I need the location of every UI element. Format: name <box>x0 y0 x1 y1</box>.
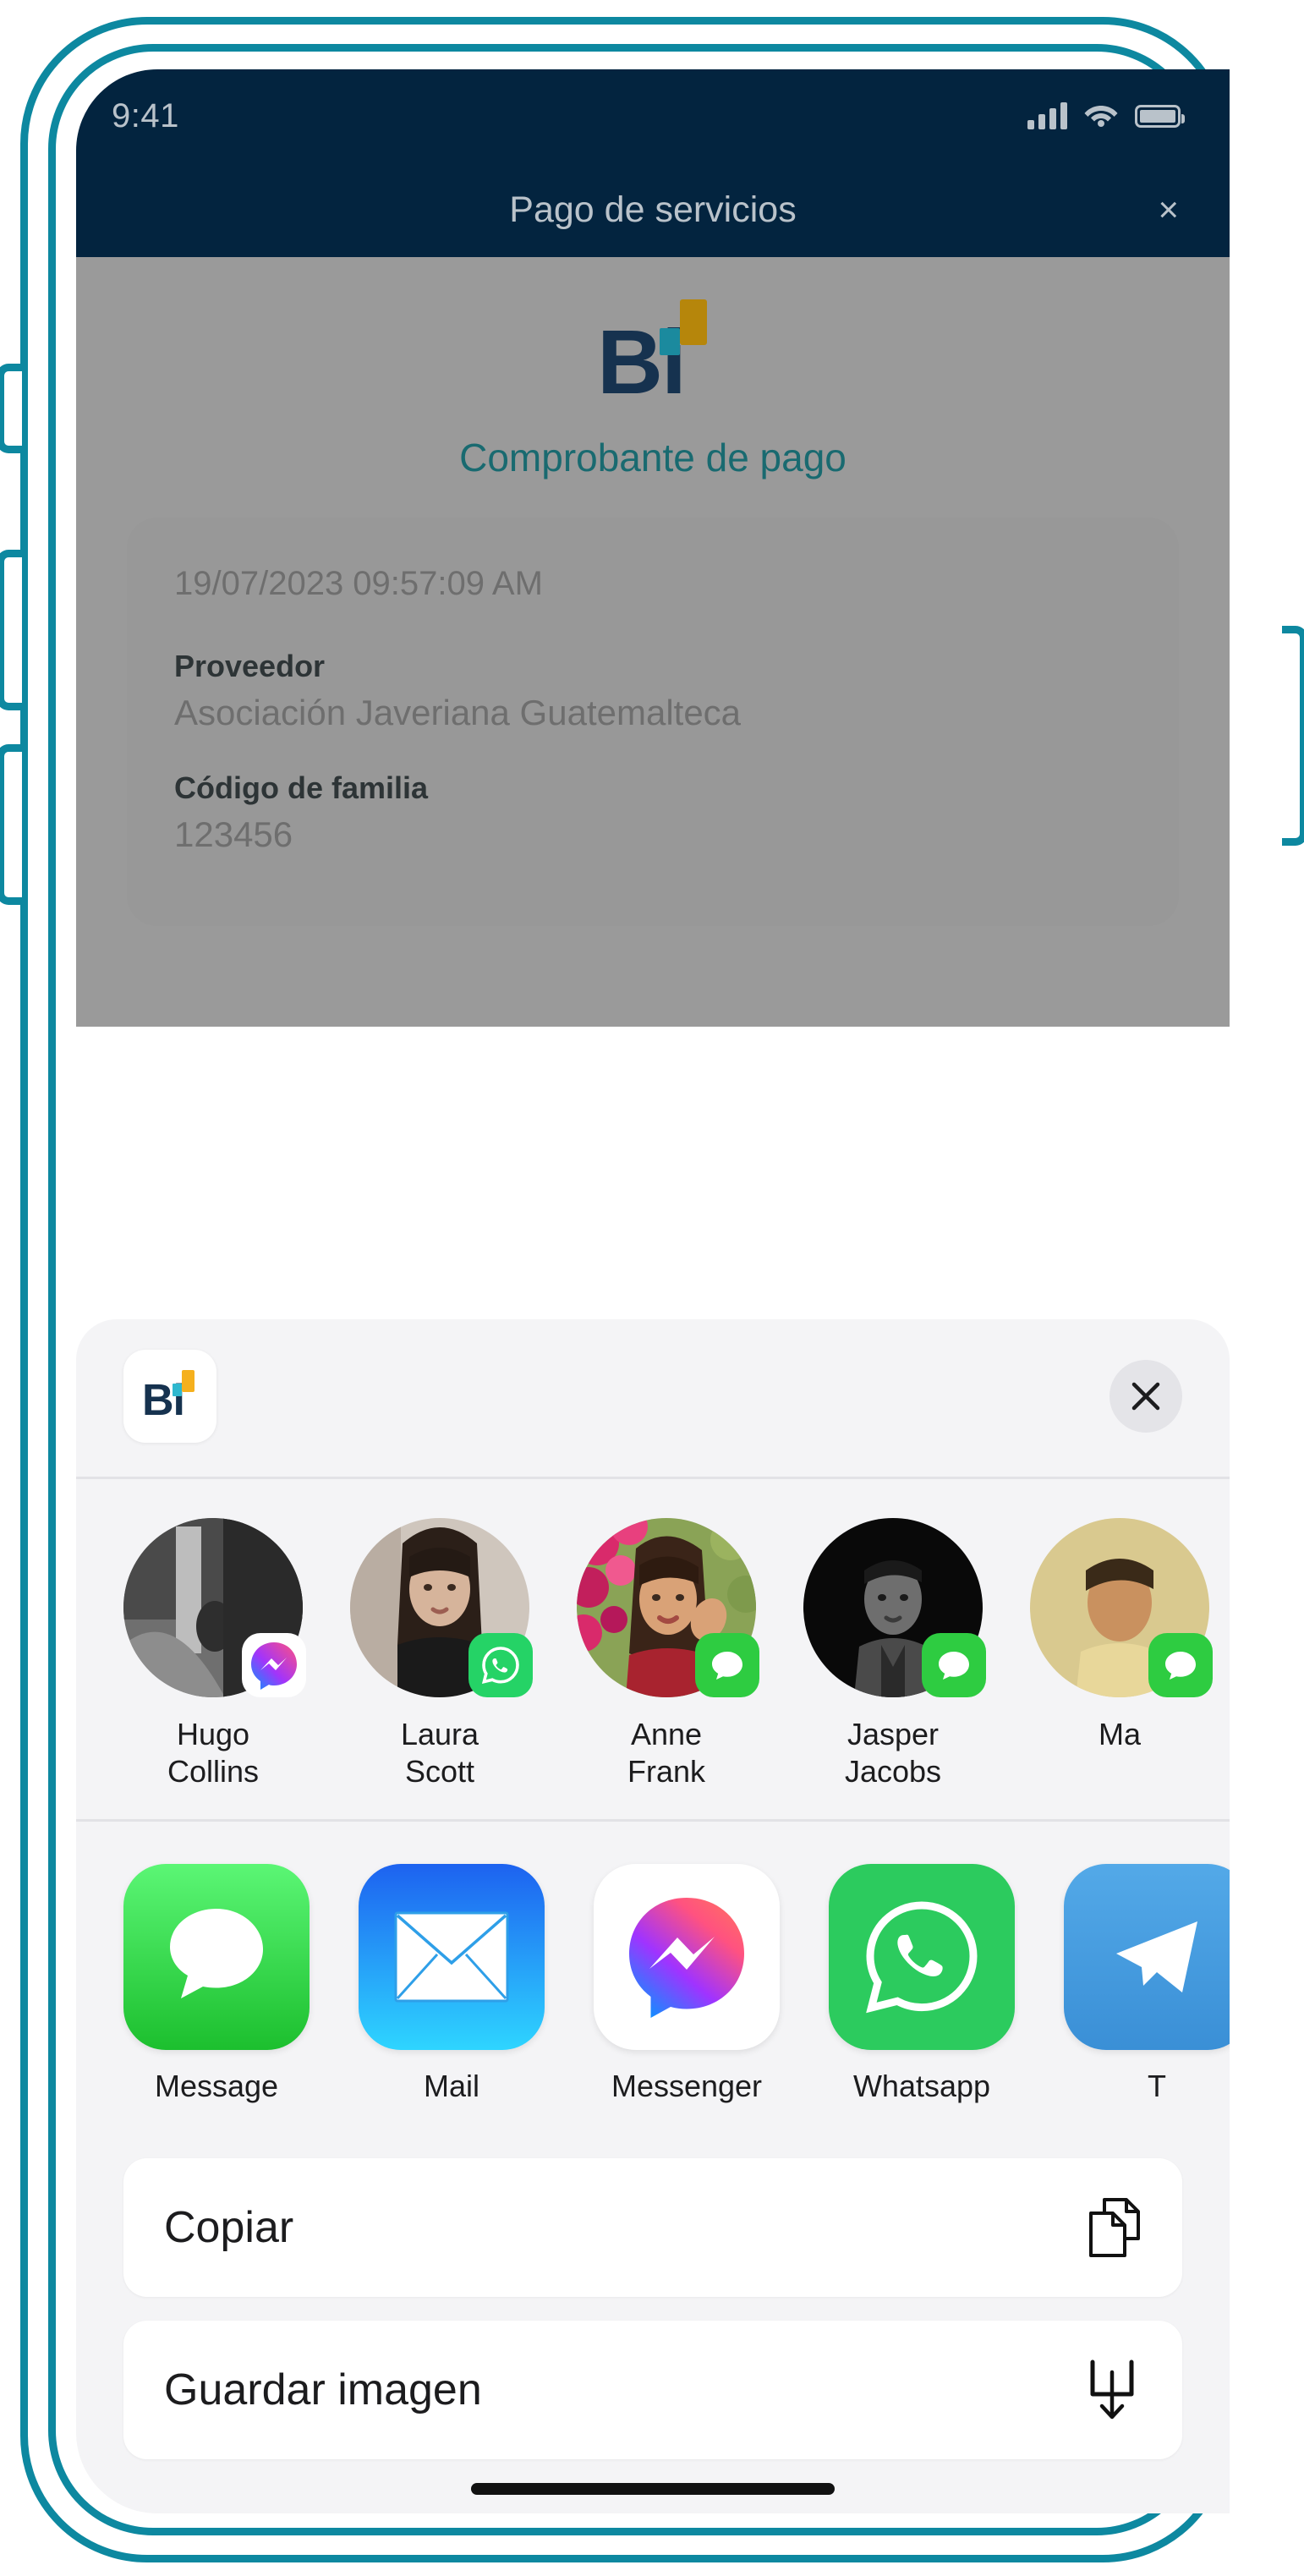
close-icon <box>1131 1382 1160 1411</box>
avatar-wrap <box>1030 1518 1213 1698</box>
share-app-messenger[interactable]: Messenger <box>594 1864 780 2104</box>
home-indicator[interactable] <box>471 2483 835 2495</box>
page-title: Pago de servicios <box>509 189 797 230</box>
contact-first-name: Laura <box>400 1717 479 1752</box>
contact-first-name: Jasper <box>847 1717 940 1752</box>
copy-icon <box>1088 2196 1142 2259</box>
mail-app-icon <box>359 1864 545 2050</box>
messenger-app-icon <box>594 1864 780 2050</box>
share-contacts-row[interactable]: Hugo Collins Laura Scott Anne Frank Jasp… <box>76 1479 1230 1822</box>
contact-name: Ma <box>1030 1716 1209 1753</box>
app-header: Pago de servicios × <box>76 162 1230 257</box>
messages-badge-icon <box>922 1633 986 1698</box>
contact-item[interactable]: Hugo Collins <box>123 1518 306 1790</box>
contact-item[interactable]: Jasper Jacobs <box>803 1518 986 1790</box>
contact-first-name: Anne <box>630 1717 703 1752</box>
battery-icon <box>1135 104 1185 128</box>
avatar-wrap <box>577 1518 759 1698</box>
messages-badge-icon <box>1148 1633 1213 1698</box>
avatar-wrap <box>123 1518 306 1698</box>
contact-first-name: Ma <box>1098 1717 1141 1752</box>
contact-item[interactable]: Anne Frank <box>577 1518 759 1790</box>
receipt-field-proveedor: Proveedor Asociación Javeriana Guatemalt… <box>174 649 1131 733</box>
share-source-app-icon: Bi <box>123 1350 216 1444</box>
status-bar: 9:41 <box>76 69 1230 162</box>
messenger-badge-icon <box>242 1633 306 1698</box>
contact-item[interactable]: Ma <box>1030 1518 1213 1790</box>
close-icon[interactable]: × <box>1158 192 1179 227</box>
wifi-icon <box>1084 101 1118 131</box>
brand-teal-square-icon <box>660 328 680 355</box>
share-sheet-close-button[interactable] <box>1109 1360 1182 1433</box>
app-label: Whatsapp <box>852 2069 991 2103</box>
action-copiar[interactable]: Copiar <box>123 2158 1182 2297</box>
receipt-backdrop: Bi Comprobante de pago 19/07/2023 09:57:… <box>76 257 1230 1027</box>
whatsapp-badge-icon <box>468 1633 533 1698</box>
contact-last-name: Frank <box>627 1754 706 1789</box>
messages-badge-icon <box>695 1633 759 1698</box>
contact-last-name: Scott <box>404 1754 475 1789</box>
action-guardar-imagen[interactable]: Guardar imagen <box>123 2321 1182 2459</box>
share-app-whatsapp[interactable]: Whatsapp <box>829 1864 1015 2104</box>
contact-item[interactable]: Laura Scott <box>350 1518 533 1790</box>
contact-name: Anne Frank <box>577 1716 756 1790</box>
volume-down-button[interactable] <box>0 744 22 905</box>
avatar-wrap <box>803 1518 986 1698</box>
share-sheet-header: Bi <box>76 1319 1230 1480</box>
contact-name: Laura Scott <box>350 1716 529 1790</box>
messages-app-icon <box>123 1864 310 2050</box>
share-actions: Copiar Guardar imagen <box>76 2135 1230 2459</box>
share-app-teal-square-icon <box>173 1384 182 1397</box>
app-label: Mail <box>423 2069 479 2103</box>
receipt-card: 19/07/2023 09:57:09 AM Proveedor Asociac… <box>127 518 1179 926</box>
receipt-field-codigo-de-familia: Código de familia 123456 <box>174 770 1131 855</box>
avatar-wrap <box>350 1518 533 1698</box>
field-label: Proveedor <box>174 649 326 683</box>
contact-last-name: Collins <box>167 1754 260 1789</box>
download-icon <box>1088 2359 1142 2421</box>
field-value: Asociación Javeriana Guatemalteca <box>174 693 742 732</box>
app-label: Message <box>154 2069 279 2103</box>
share-app-telegram[interactable]: T <box>1064 1864 1230 2104</box>
app-label: T <box>1148 2069 1166 2103</box>
status-icons <box>1027 101 1185 131</box>
brand-logo: Bi <box>585 299 720 409</box>
share-sheet: Bi Hugo Collins Laura Scott Anne Frank J… <box>76 1319 1230 2513</box>
telegram-app-icon <box>1064 1864 1230 2050</box>
action-label: Guardar imagen <box>164 2365 482 2414</box>
receipt-timestamp: 19/07/2023 09:57:09 AM <box>174 565 543 602</box>
status-time: 9:41 <box>112 96 179 134</box>
silent-switch-button[interactable] <box>0 364 22 453</box>
field-label: Código de familia <box>174 770 429 805</box>
volume-up-button[interactable] <box>0 550 22 710</box>
app-label: Messenger <box>611 2069 763 2103</box>
phone-screen: 9:41 Pago de servicios × Bi Comprobante … <box>76 69 1230 2513</box>
contact-name: Hugo Collins <box>123 1716 303 1790</box>
share-app-mail[interactable]: Mail <box>359 1864 545 2104</box>
receipt-subtitle: Comprobante de pago <box>459 436 847 480</box>
contact-first-name: Hugo <box>176 1717 250 1752</box>
brand-gold-square-icon <box>680 299 707 345</box>
contact-name: Jasper Jacobs <box>803 1716 983 1790</box>
cellular-signal-icon <box>1027 102 1067 129</box>
contact-last-name: Jacobs <box>844 1754 942 1789</box>
share-app-message[interactable]: Message <box>123 1864 310 2104</box>
share-apps-row[interactable]: Message Mail Messenger Whatsapp T <box>76 1822 1230 2135</box>
action-label: Copiar <box>164 2203 294 2252</box>
field-value: 123456 <box>174 814 293 854</box>
share-app-gold-square-icon <box>182 1370 195 1393</box>
whatsapp-app-icon <box>829 1864 1015 2050</box>
power-button[interactable] <box>1282 626 1304 846</box>
